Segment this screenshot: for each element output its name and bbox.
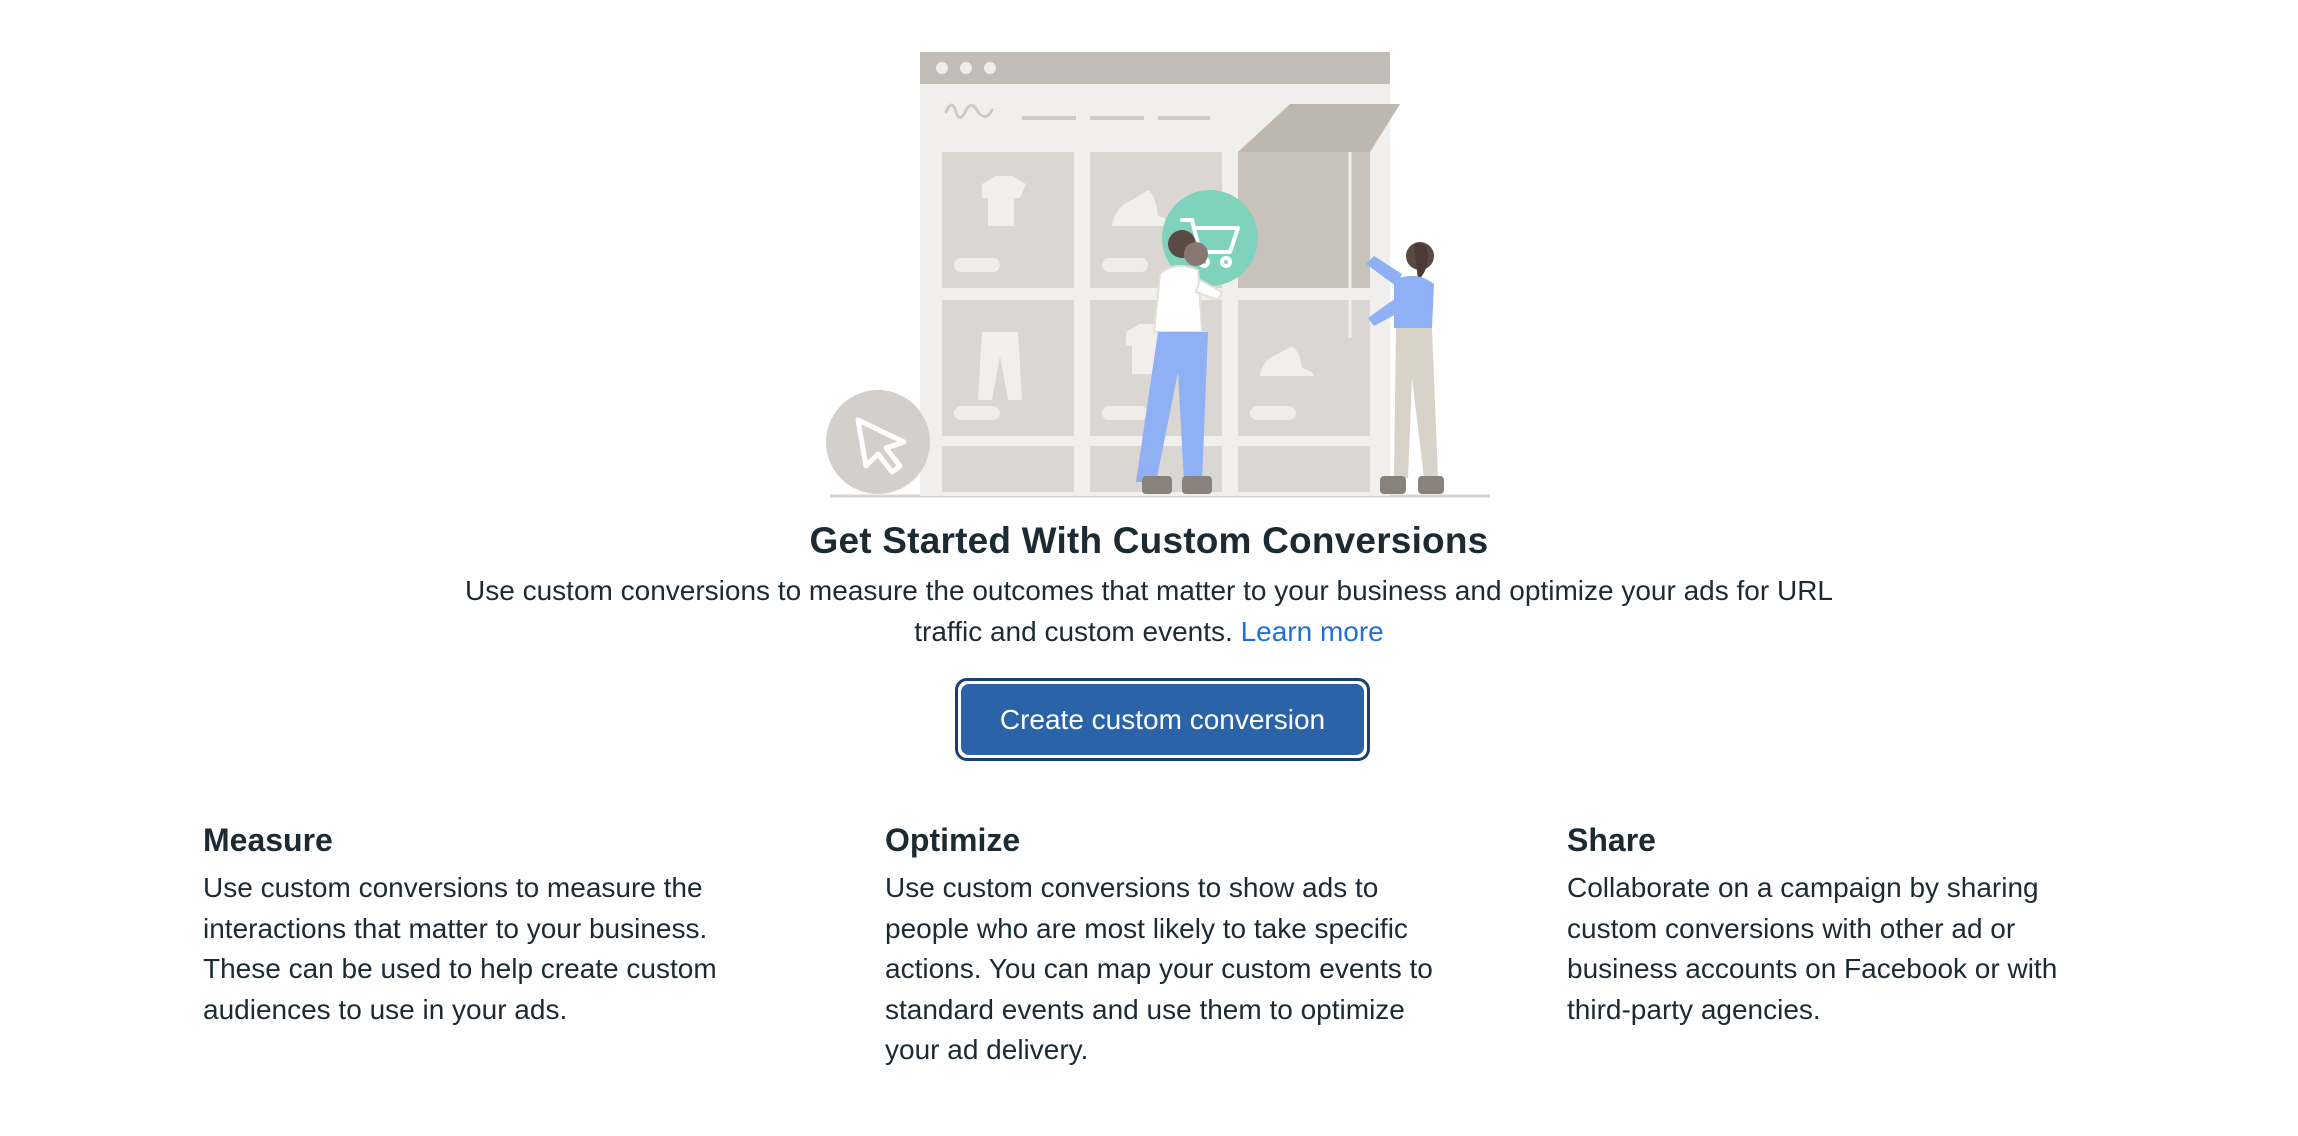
learn-more-link[interactable]: Learn more bbox=[1241, 616, 1384, 647]
page-description: Use custom conversions to measure the ou… bbox=[440, 570, 1858, 652]
feature-measure: Measure Use custom conversions to measur… bbox=[203, 818, 783, 1030]
feature-share: Share Collaborate on a campaign by shari… bbox=[1567, 818, 2147, 1030]
feature-optimize: Optimize Use custom conversions to show … bbox=[885, 818, 1465, 1071]
cta-focus-ring: Create custom conversion bbox=[955, 678, 1370, 761]
feature-body: Collaborate on a campaign by sharing cus… bbox=[1567, 872, 2058, 1025]
feature-title: Optimize bbox=[885, 822, 1021, 858]
hero-illustration bbox=[826, 52, 1490, 498]
feature-body: Use custom conversions to show ads to pe… bbox=[885, 872, 1433, 1065]
create-custom-conversion-button[interactable]: Create custom conversion bbox=[961, 684, 1364, 755]
feature-body: Use custom conversions to measure the in… bbox=[203, 872, 717, 1025]
page-title: Get Started With Custom Conversions bbox=[809, 520, 1489, 561]
feature-title: Measure bbox=[203, 822, 333, 858]
description-text: Use custom conversions to measure the ou… bbox=[465, 575, 1833, 647]
feature-title: Share bbox=[1567, 822, 1656, 858]
